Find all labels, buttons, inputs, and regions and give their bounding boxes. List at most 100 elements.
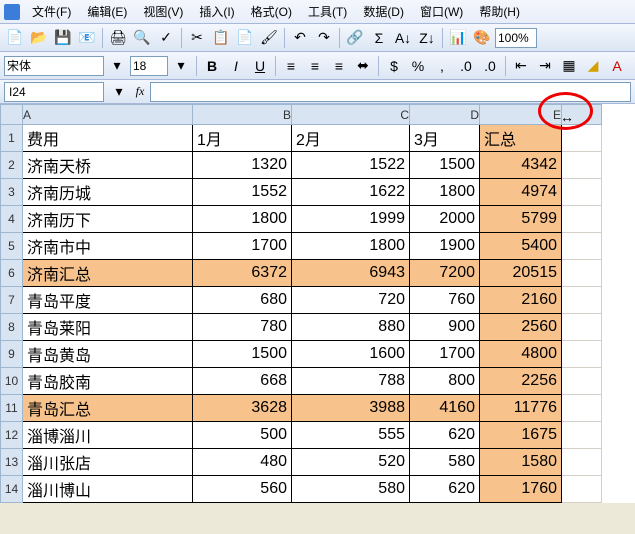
cell[interactable]: 580 [410,449,480,476]
cell[interactable]: 4974 [480,179,562,206]
cell[interactable]: 淄川博山 [23,476,193,503]
cell[interactable]: 1800 [193,206,292,233]
column-header-c[interactable]: C [292,105,410,125]
dropdown-icon[interactable]: ▾ [108,81,130,103]
cell[interactable]: 555 [292,422,410,449]
cell[interactable]: 880 [292,314,410,341]
cell[interactable]: 1999 [292,206,410,233]
row-header[interactable]: 12 [1,422,23,449]
menu-format[interactable]: 格式(O) [243,1,300,22]
menu-data[interactable]: 数据(D) [355,1,412,22]
cell[interactable]: 900 [410,314,480,341]
row-header[interactable]: 9 [1,341,23,368]
cell[interactable]: 费用 [23,125,193,152]
borders-icon[interactable]: ▦ [558,55,580,77]
cell[interactable]: 480 [193,449,292,476]
cell[interactable]: 淄川张店 [23,449,193,476]
redo-icon[interactable]: ↷ [313,27,335,49]
merge-icon[interactable]: ⬌ [352,55,374,77]
copy-icon[interactable]: 📋 [210,27,232,49]
cell[interactable]: 2256 [480,368,562,395]
cell[interactable]: 1800 [292,233,410,260]
align-center-icon[interactable]: ≡ [304,55,326,77]
row-header[interactable]: 14 [1,476,23,503]
cell[interactable]: 668 [193,368,292,395]
align-right-icon[interactable]: ≡ [328,55,350,77]
cell[interactable]: 1500 [193,341,292,368]
sort-asc-icon[interactable]: A↓ [392,27,414,49]
cell[interactable]: 1600 [292,341,410,368]
underline-icon[interactable]: U [249,55,271,77]
sum-icon[interactable]: Σ [368,27,390,49]
cell[interactable]: 4800 [480,341,562,368]
undo-icon[interactable]: ↶ [289,27,311,49]
cell[interactable]: 5799 [480,206,562,233]
menu-window[interactable]: 窗口(W) [412,1,471,22]
cell[interactable]: 4342 [480,152,562,179]
cell[interactable]: 500 [193,422,292,449]
align-left-icon[interactable]: ≡ [280,55,302,77]
cell[interactable]: 4160 [410,395,480,422]
indent-right-icon[interactable]: ⇥ [534,55,556,77]
cell[interactable] [562,476,602,503]
cell[interactable]: 620 [410,476,480,503]
indent-left-icon[interactable]: ⇤ [510,55,532,77]
bold-icon[interactable]: B [201,55,223,77]
row-header[interactable]: 1 [1,125,23,152]
row-header[interactable]: 2 [1,152,23,179]
cell[interactable] [562,125,602,152]
currency-icon[interactable]: $ [383,55,405,77]
cell[interactable]: 1320 [193,152,292,179]
sort-desc-icon[interactable]: Z↓ [416,27,438,49]
cell[interactable] [562,233,602,260]
cell[interactable] [562,449,602,476]
cell[interactable]: 青岛胶南 [23,368,193,395]
dropdown-icon[interactable]: ▾ [170,55,192,77]
column-header-d[interactable]: D [410,105,480,125]
fill-color-icon[interactable]: ◢ [582,55,604,77]
select-all-corner[interactable] [1,105,23,125]
cell[interactable]: 720 [292,287,410,314]
row-header[interactable]: 7 [1,287,23,314]
font-size-input[interactable] [130,56,168,76]
cell[interactable]: 1552 [193,179,292,206]
italic-icon[interactable]: I [225,55,247,77]
menu-insert[interactable]: 插入(I) [191,1,242,22]
cell[interactable] [562,422,602,449]
dropdown-icon[interactable]: ▾ [106,55,128,77]
row-header[interactable]: 10 [1,368,23,395]
cell[interactable] [562,206,602,233]
cell[interactable]: 汇总 [480,125,562,152]
cell[interactable]: 2560 [480,314,562,341]
cell[interactable]: 青岛莱阳 [23,314,193,341]
cell[interactable]: 淄博淄川 [23,422,193,449]
cell[interactable]: 济南历下 [23,206,193,233]
cell[interactable]: 1月 [193,125,292,152]
save-icon[interactable]: 💾 [52,27,74,49]
paste-icon[interactable]: 📄 [234,27,256,49]
row-header[interactable]: 11 [1,395,23,422]
mail-icon[interactable]: 📧 [76,27,98,49]
cell[interactable]: 1700 [193,233,292,260]
cell[interactable]: 1580 [480,449,562,476]
comma-icon[interactable]: , [431,55,453,77]
cell[interactable]: 济南历城 [23,179,193,206]
cell[interactable] [562,287,602,314]
cell[interactable]: 3988 [292,395,410,422]
cell[interactable]: 580 [292,476,410,503]
cell[interactable]: 1700 [410,341,480,368]
row-header[interactable]: 4 [1,206,23,233]
cell[interactable]: 800 [410,368,480,395]
cell[interactable]: 青岛平度 [23,287,193,314]
cell[interactable]: 济南市中 [23,233,193,260]
decrease-decimal-icon[interactable]: .0 [479,55,501,77]
percent-icon[interactable]: % [407,55,429,77]
cell[interactable]: 青岛汇总 [23,395,193,422]
cell[interactable]: 2月 [292,125,410,152]
menu-edit[interactable]: 编辑(E) [79,1,135,22]
cell[interactable]: 780 [193,314,292,341]
cell[interactable] [562,314,602,341]
name-box[interactable]: I24 [4,82,104,102]
cell[interactable]: 20515 [480,260,562,287]
cell[interactable]: 1800 [410,179,480,206]
